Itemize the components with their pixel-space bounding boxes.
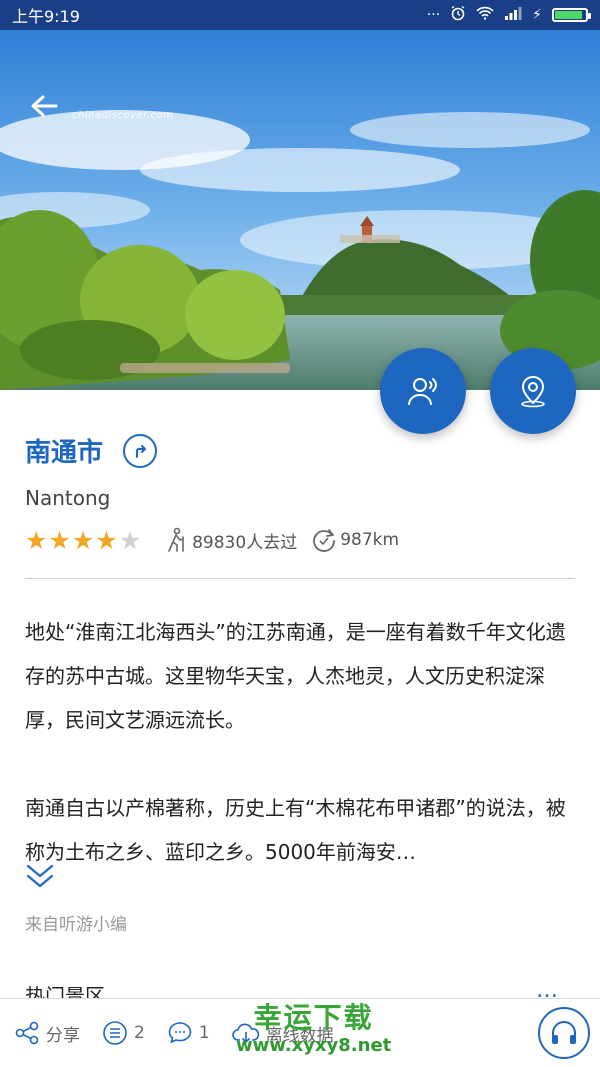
divider	[25, 578, 575, 579]
charging-icon: ⚡	[532, 7, 542, 23]
list-button[interactable]: 2	[102, 1020, 145, 1046]
landscape-photo	[0, 30, 600, 390]
description-paragraph: 南通自古以产棉著称，历史上有“木棉花布甲诸郡”的说法，被称为土布之乡、蓝印之乡。…	[25, 796, 566, 864]
status-time: 上午9:19	[12, 7, 80, 26]
double-chevron-down-icon	[26, 864, 54, 888]
battery-level	[555, 11, 582, 19]
comment-count: 1	[198, 1023, 210, 1043]
site-watermark: 幸运下载 www.xyxy8.net	[236, 1002, 391, 1058]
wifi-icon	[476, 6, 494, 24]
location-pin-icon	[521, 375, 545, 408]
watermark-text: 幸运下载	[253, 1001, 374, 1034]
watermark-url: www.xyxy8.net	[236, 1035, 392, 1056]
hiker-icon	[168, 527, 184, 552]
city-english-name: Nantong	[25, 486, 111, 510]
location-button[interactable]	[490, 348, 576, 434]
share-button[interactable]: 分享	[14, 1020, 80, 1046]
status-bar: 上午9:19 ··· ⚡	[0, 0, 600, 30]
audio-guide-button[interactable]	[380, 348, 466, 434]
star-filled-icon: ★	[95, 525, 118, 555]
comment-button[interactable]: 1	[167, 1020, 210, 1046]
navigate-button[interactable]	[123, 433, 158, 468]
star-filled-icon: ★	[25, 525, 48, 555]
list-count: 2	[134, 1023, 145, 1043]
photo-watermark: chinadiscover.com	[72, 110, 174, 121]
audio-guide-person-icon	[408, 378, 437, 406]
battery-icon	[552, 8, 591, 22]
arrow-left-icon	[31, 95, 58, 117]
alarm-icon	[450, 5, 466, 25]
description-paragraph: 地处“淮南江北海西头”的江苏南通，是一座有着数千年文化遗存的苏中古城。这里物华天…	[25, 620, 566, 732]
star-filled-icon: ★	[48, 525, 71, 555]
rating-stars: ★ ★ ★ ★ ★	[25, 528, 141, 553]
more-dots-icon: ···	[426, 7, 441, 23]
title-row: 南通市	[25, 432, 158, 469]
visitors-stat: 89830人去过	[163, 527, 297, 553]
list-icon	[103, 1021, 127, 1045]
meta-row: ★ ★ ★ ★ ★ 89830人去过 987km	[25, 524, 413, 556]
page-title: 南通市	[25, 438, 104, 468]
back-button[interactable]	[24, 86, 64, 126]
distance-value: 987km	[340, 530, 400, 550]
hero-image: chinadiscover.com	[0, 30, 600, 390]
star-filled-icon: ★	[71, 525, 95, 555]
expand-button[interactable]	[25, 862, 55, 892]
visitors-count: 89830人去过	[192, 532, 298, 553]
share-icon	[15, 1021, 39, 1045]
star-empty-icon: ★	[118, 525, 142, 555]
audio-player-button[interactable]	[538, 1007, 590, 1059]
comment-icon	[168, 1022, 192, 1044]
status-icons: ··· ⚡	[426, 5, 591, 25]
source-note: 来自听游小编	[25, 915, 127, 935]
signal-icon	[504, 6, 522, 24]
headphones-icon	[552, 1021, 576, 1044]
distance-icon	[313, 529, 336, 552]
distance-stat: 987km	[311, 527, 399, 553]
description: 地处“淮南江北海西头”的江苏南通，是一座有着数千年文化遗存的苏中古城。这里物华天…	[25, 610, 581, 874]
share-label: 分享	[46, 1025, 80, 1046]
turn-right-icon	[136, 444, 147, 458]
